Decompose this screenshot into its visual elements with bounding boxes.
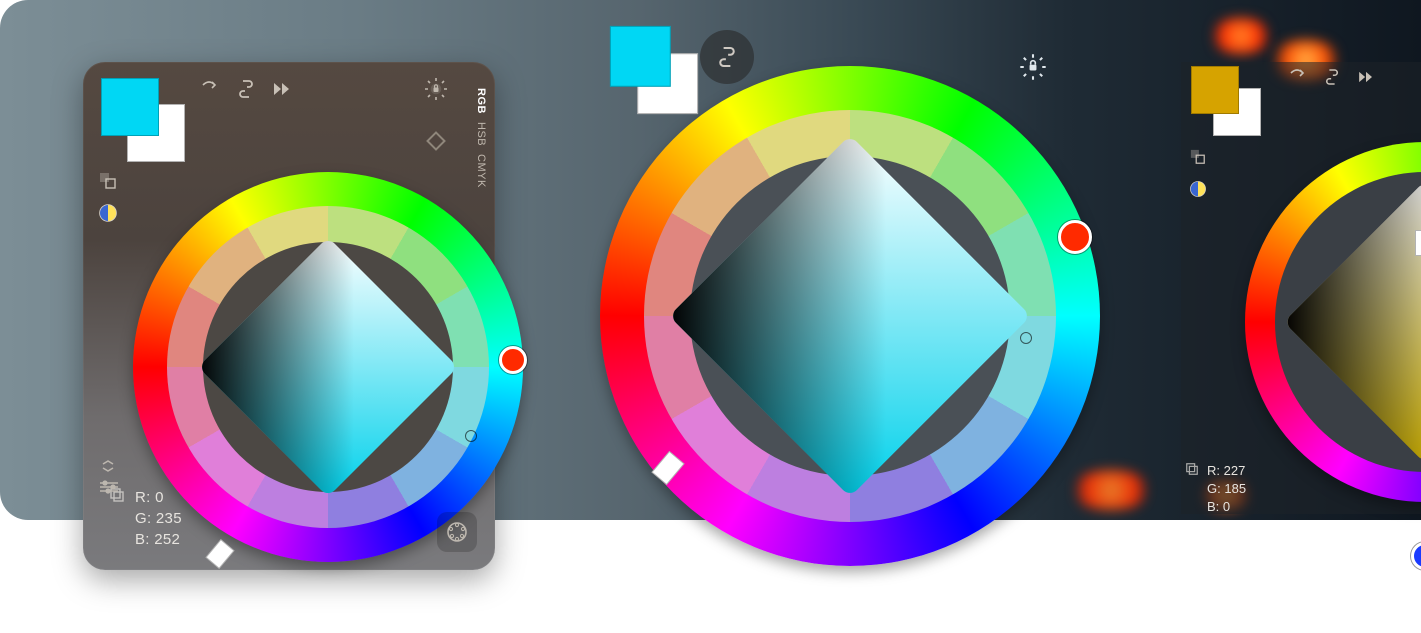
sv-picker-cursor[interactable] <box>1020 332 1032 344</box>
brightness-lock-icon[interactable] <box>423 76 449 102</box>
complementary-hue-indicator[interactable] <box>1411 542 1421 570</box>
fg-bg-swatches[interactable] <box>1191 66 1261 136</box>
diamond-icon[interactable] <box>423 128 449 154</box>
glow <box>1211 18 1271 54</box>
default-swatches-icon[interactable] <box>97 170 119 192</box>
default-swatches-icon[interactable] <box>1187 146 1209 168</box>
fast-forward-icon[interactable] <box>271 78 293 100</box>
fast-forward-icon[interactable] <box>1355 66 1377 88</box>
complementary-hue-indicator[interactable] <box>499 346 527 374</box>
complementary-hue-indicator[interactable] <box>1058 220 1092 254</box>
b-label: B: <box>1207 499 1219 514</box>
b-value: 0 <box>1223 499 1230 514</box>
copy-icon[interactable] <box>1185 462 1199 516</box>
color-mode-tabs[interactable]: RGB HSB CMYK <box>475 84 487 192</box>
collapse-icon[interactable] <box>99 460 119 472</box>
g-label: G: <box>135 510 151 527</box>
sliders-icon[interactable] <box>99 480 119 494</box>
r-label: R: <box>1207 463 1220 478</box>
color-wheel-floating[interactable] <box>600 66 1100 566</box>
hue-split-icon[interactable] <box>1187 178 1209 200</box>
color-wheel-icon[interactable] <box>437 512 477 552</box>
foreground-swatch[interactable] <box>610 26 671 87</box>
hue-indicator[interactable] <box>1415 230 1421 256</box>
brightness-lock-icon[interactable] <box>1018 52 1048 82</box>
rgb-readout: R: 227 G: 185 B: 0 <box>1185 462 1246 516</box>
swap-colors-icon[interactable] <box>1287 66 1309 88</box>
color-panel-right: R: 227 G: 185 B: 0 <box>1181 62 1421 514</box>
r-label: R: <box>135 489 151 506</box>
tab-cmyk[interactable]: CMYK <box>475 150 487 192</box>
color-wheel[interactable] <box>1245 142 1421 502</box>
link-icon[interactable] <box>1321 66 1343 88</box>
glow <box>1071 470 1151 510</box>
link-icon[interactable] <box>700 30 754 84</box>
sv-picker-cursor[interactable] <box>465 430 477 442</box>
g-label: G: <box>1207 481 1221 496</box>
swap-colors-icon[interactable] <box>199 78 221 100</box>
g-value: 185 <box>1224 481 1246 496</box>
foreground-swatch[interactable] <box>1191 66 1239 114</box>
color-wheel[interactable] <box>133 172 523 562</box>
tab-rgb[interactable]: RGB <box>475 84 487 118</box>
fg-bg-swatches-floating[interactable] <box>610 26 698 114</box>
r-value: 227 <box>1224 463 1246 478</box>
b-value: 252 <box>154 531 180 548</box>
g-value: 235 <box>156 510 182 527</box>
tab-hsb[interactable]: HSB <box>475 118 487 150</box>
rgb-readout: R: 0 G: 235 B: 252 <box>109 487 182 550</box>
link-icon[interactable] <box>235 78 257 100</box>
hue-split-icon[interactable] <box>97 202 119 224</box>
r-value: 0 <box>155 489 164 506</box>
hue-indicator[interactable] <box>205 539 234 569</box>
fg-bg-swatches[interactable] <box>101 78 185 162</box>
foreground-swatch[interactable] <box>101 78 159 136</box>
color-panel-docked: RGB HSB CMYK <box>83 62 495 570</box>
b-label: B: <box>135 531 150 548</box>
